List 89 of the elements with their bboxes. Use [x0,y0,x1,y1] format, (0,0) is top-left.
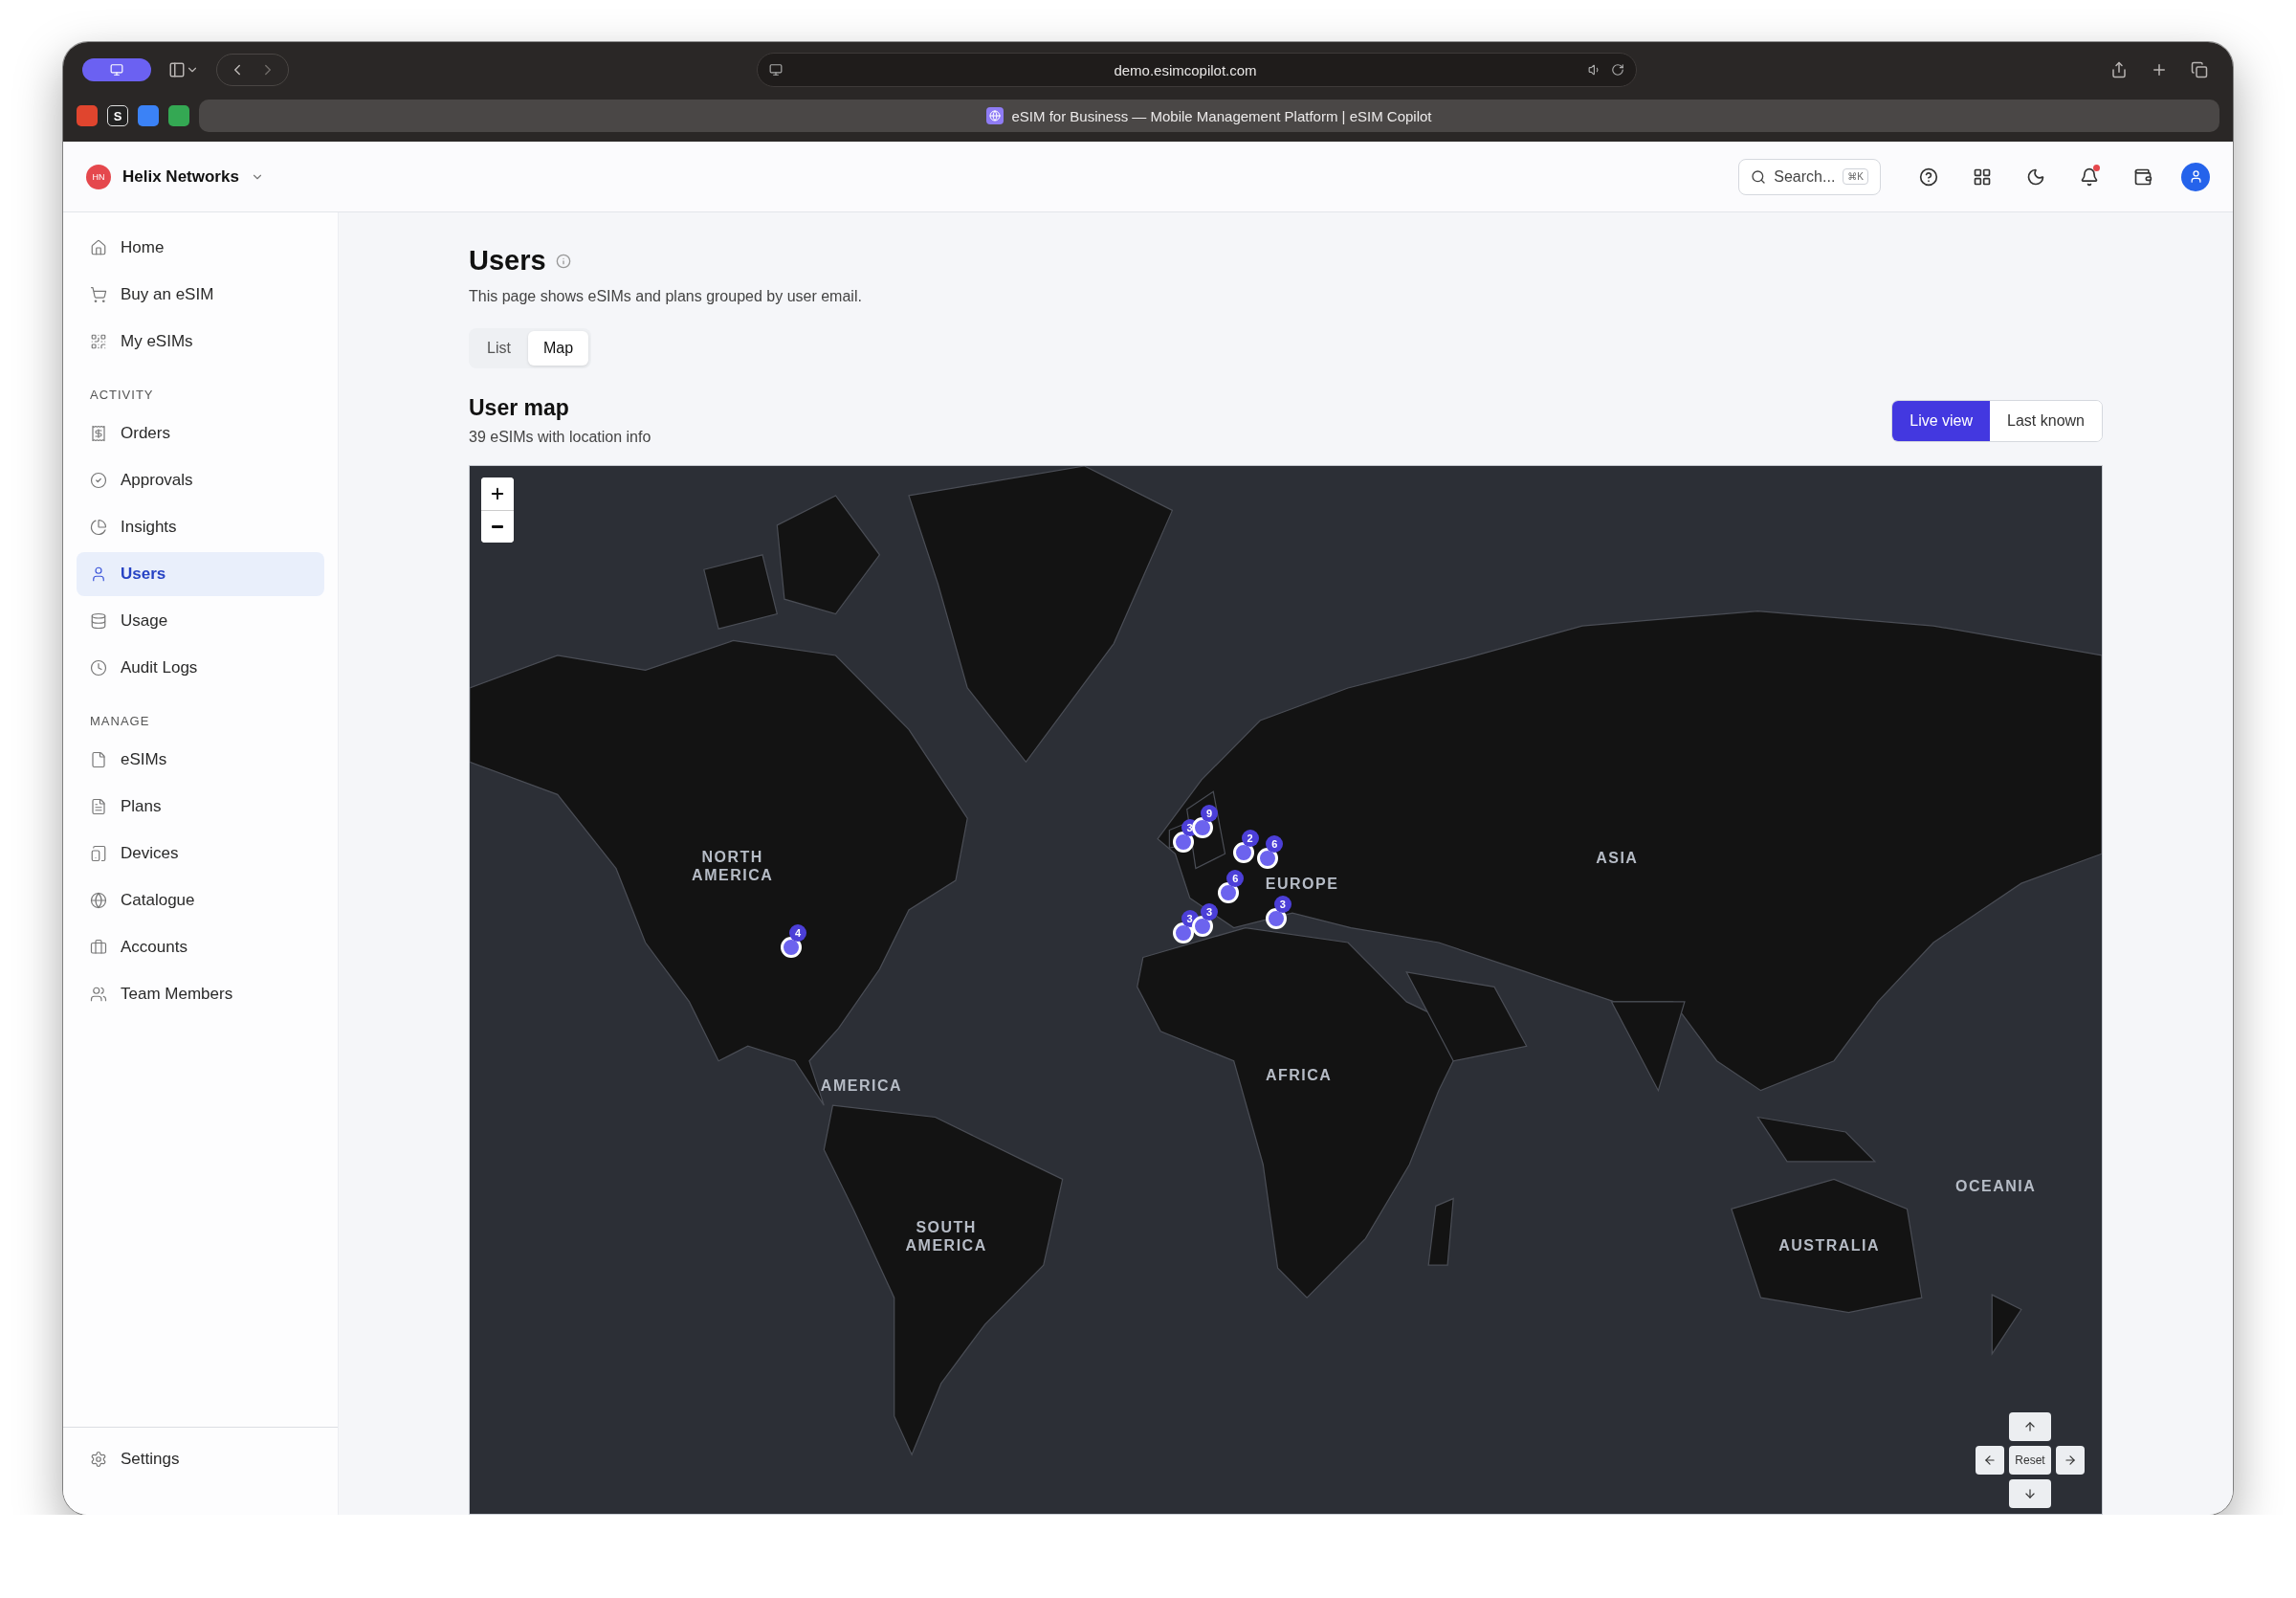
region-label: AMERICA [820,1076,902,1096]
database-icon [90,612,107,630]
sidebar-item[interactable]: Devices [77,832,324,876]
pie-chart-icon [90,519,107,536]
reset-button[interactable]: Reset [2009,1446,2051,1475]
sidebar-item[interactable]: Audit Logs [77,646,324,690]
monitor-icon [110,63,123,77]
sidebar-item[interactable]: Team Members [77,972,324,1016]
page-description: This page shows eSIMs and plans grouped by user email. [469,288,863,305]
region-label: AFRICA [1265,1066,1333,1085]
sidebar-icon [168,61,186,78]
section-heading: MANAGE [89,713,151,730]
reload-icon[interactable] [1611,63,1624,77]
minus-icon [492,525,503,528]
section-title: User map [469,395,570,421]
pinned-tab-icon[interactable] [138,105,159,126]
view-tab[interactable]: List [472,331,526,366]
pan-left-button[interactable] [1976,1446,2004,1475]
file-icon [90,751,107,768]
sidebar-item[interactable]: Plans [77,785,324,829]
region-label: EUROPE [1265,875,1339,894]
sidebar-item[interactable]: Insights [77,505,324,549]
region-label: OCEANIA [1954,1177,2037,1196]
user-icon [2188,169,2203,184]
organization-switcher[interactable]: HN Helix Networks [86,164,264,189]
user-avatar[interactable] [2181,162,2210,191]
region-label: AUSTRALIA [1778,1236,1881,1255]
devices-icon [90,845,107,862]
clock-icon [90,659,107,677]
moon-icon [2026,166,2045,187]
search-field[interactable]: Search... ⌘K [1738,158,1881,195]
map-pin[interactable] [1172,922,1194,944]
organization-avatar: HN [86,164,111,189]
sidebar-item[interactable]: Accounts [77,925,324,969]
arrow-right-icon [2064,1454,2077,1467]
sidebar-item[interactable]: Users [77,552,324,596]
receipt-icon [90,425,107,442]
sidebar-item[interactable]: Buy an eSIM [77,273,324,317]
view-tab[interactable]: Map [527,331,589,366]
cluster-count-badge: 3 [1181,910,1199,928]
pan-down-button[interactable] [2009,1479,2051,1508]
cart-icon [90,286,107,303]
people-icon [90,986,107,1003]
address-bar[interactable]: demo.esimcopilot.com [757,53,1637,87]
sidebar-item[interactable]: Orders [77,411,324,455]
user-icon [90,566,107,583]
zoom-out-button[interactable] [481,510,514,543]
globe-icon [90,892,107,909]
pan-right-button[interactable] [2056,1446,2085,1475]
grid-icon [1973,166,1992,187]
browser-tab[interactable]: eSIM for Business — Mobile Management Platform | eSIM Copilot [199,100,2219,132]
sidebar-item[interactable]: Catalogue [77,878,324,922]
section-heading: ACTIVITY [89,387,155,404]
plus-icon [2151,61,2168,78]
view-mode-button[interactable]: Live view [1892,401,1991,441]
help-icon [1919,166,1938,187]
settings-icon [90,1451,107,1468]
sidebar-item[interactable]: Home [77,226,324,270]
page-icon [769,63,783,77]
sidebar-item[interactable]: eSIMs [77,738,324,782]
pinned-tab-icon[interactable] [168,105,189,126]
pinned-tab-icon[interactable] [77,105,98,126]
check-circle-icon [90,472,107,489]
tabs-icon [2191,61,2208,78]
pan-up-button[interactable] [2009,1412,2051,1441]
sidebar-item[interactable]: Usage [77,599,324,643]
region-label: SOUTH AMERICA [905,1217,987,1254]
plus-icon [489,485,506,502]
region-label: ASIA [1596,848,1639,868]
search-icon [1751,168,1767,185]
map[interactable]: NORTH AMERICA EUROPE ASIA AMERICA AFRICA SOUTH AMERICA OCEANIA AUSTRALIA 4 3 9 2 6 6 3 3 3 Reset [469,465,2103,1515]
pinned-tab-icon[interactable]: S [107,105,128,126]
wallet-icon [2133,166,2152,187]
home-icon [90,239,107,256]
bell-icon [2080,166,2099,187]
info-icon[interactable] [555,253,571,269]
page-title: Users [469,245,546,277]
sidebar-item[interactable]: My eSIMs [77,320,324,364]
briefcase-icon [90,939,107,956]
arrow-down-icon [2023,1487,2037,1500]
section-subtitle: 39 eSIMs with location info [469,429,651,446]
share-icon [2110,61,2128,78]
sidebar-item[interactable]: Settings [77,1437,324,1481]
shortcut-hint: ⌘K [1843,168,1868,185]
qr-code-icon [90,333,107,350]
sidebar-item[interactable]: Approvals [77,458,324,502]
document-icon [90,798,107,815]
region-label: NORTH AMERICA [692,848,774,885]
window-button[interactable] [82,58,151,81]
